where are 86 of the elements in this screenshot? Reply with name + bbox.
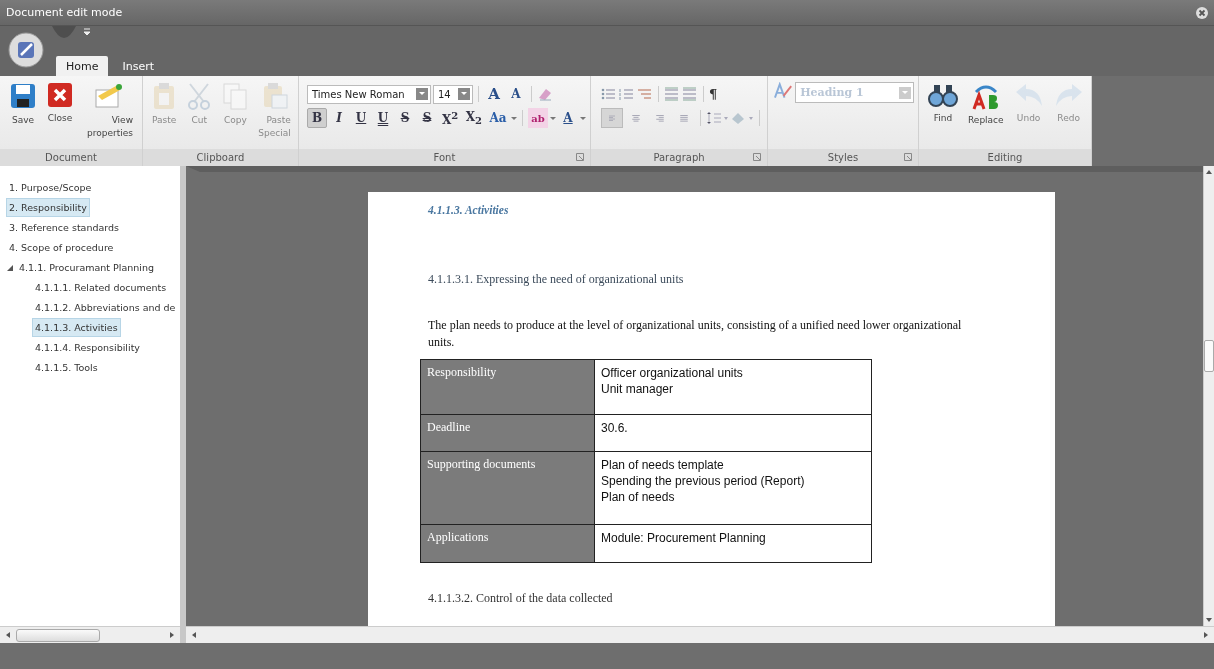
outline-item[interactable]: 3. Reference standards [6, 218, 123, 237]
cell-text: Spending the previous period (Report) [601, 473, 806, 489]
cell-text: 30.6. [601, 420, 629, 436]
bulleted-list-icon[interactable] [601, 87, 617, 101]
numbered-list-icon[interactable] [619, 87, 635, 101]
row-label: Deadline [420, 414, 595, 452]
cell-text: Officer organizational units [601, 365, 744, 381]
multilevel-list-icon[interactable] [637, 87, 653, 101]
outline-item[interactable]: 4.1.1.3. Activities [32, 318, 121, 337]
highlight-button[interactable]: ab [528, 108, 548, 128]
group-label: Clipboard [143, 149, 298, 166]
dialog-launcher-icon[interactable] [753, 153, 761, 161]
ribbon-tab[interactable]: Insert [112, 56, 165, 76]
app-menu-icon[interactable] [8, 32, 44, 68]
outline-item[interactable]: 2. Responsibility [6, 198, 90, 217]
outline-item[interactable]: 4. Scope of procedure [6, 238, 117, 257]
close-icon [47, 82, 73, 108]
subscript-button[interactable]: X$_{2}$ [462, 108, 485, 128]
document-pencil-icon [92, 82, 124, 110]
group-label: Paragraph [591, 149, 767, 166]
close-icon[interactable] [1196, 6, 1208, 19]
shading-icon[interactable] [730, 111, 754, 125]
outline-item[interactable]: 4.1.1.1. Related documents [32, 278, 170, 297]
subsection-heading: 4.1.1.3.1. Expressing the need of organizational units [428, 272, 685, 287]
show-formatting-button[interactable]: ¶ [709, 86, 718, 102]
dialog-launcher-icon[interactable] [576, 153, 584, 161]
clear-formatting-icon[interactable] [537, 86, 553, 102]
scroll-up-arrow-icon[interactable] [1205, 169, 1213, 175]
close-button[interactable]: Close [42, 80, 78, 149]
scrollbar-thumb[interactable] [16, 628, 100, 642]
align-left-button[interactable] [601, 108, 623, 128]
outline-item[interactable]: 4.1.1.2. Abbreviations and de [32, 298, 179, 317]
double-strikethrough-button[interactable]: S [417, 108, 437, 128]
cell-text: Plan of needs template [601, 457, 725, 473]
find-button[interactable]: Find [923, 80, 963, 149]
scroll-left-arrow-icon[interactable] [4, 631, 12, 639]
font-size-dropdown[interactable]: 14 [433, 84, 473, 104]
cell-text: Plan of needs [601, 489, 676, 505]
scissors-icon [186, 82, 213, 110]
font-color-button[interactable]: A [558, 108, 578, 128]
clipboard-icon [152, 82, 177, 110]
scroll-right-arrow-icon[interactable] [1202, 631, 1210, 639]
section-heading: 4.1.1.3. Activities [428, 204, 510, 216]
change-case-button[interactable]: Aa [486, 108, 510, 128]
outline-item[interactable]: 4.1.1.4. Responsibility [32, 338, 143, 357]
decrease-indent-icon[interactable] [664, 87, 680, 101]
styles-pen-icon [774, 82, 794, 100]
scroll-right-arrow-icon[interactable] [168, 631, 176, 639]
group-label: Editing [919, 149, 1091, 166]
outline-item[interactable]: 1. Purpose/Scope [6, 178, 95, 197]
row-label: Supporting documents [420, 451, 595, 525]
expanded-triangle-icon[interactable] [6, 264, 14, 272]
font-name-dropdown[interactable]: Times New Roman [307, 84, 431, 104]
double-underline-button[interactable]: U [373, 108, 393, 128]
superscript-button[interactable]: X$^{2}$ [439, 108, 461, 128]
group-label: Styles [768, 149, 918, 166]
binoculars-icon [928, 82, 958, 108]
copy-icon [222, 82, 249, 110]
replace-button[interactable]: Replace [963, 80, 1009, 149]
scroll-left-arrow-icon[interactable] [190, 631, 198, 639]
increase-indent-icon[interactable] [682, 87, 698, 101]
group-label: Font [299, 149, 590, 166]
scrollbar-thumb[interactable] [1204, 340, 1214, 372]
underline-button[interactable]: U [351, 108, 371, 128]
properties-button[interactable]: View properties [78, 80, 138, 149]
save-button[interactable]: Save [4, 80, 42, 149]
ribbon-tab[interactable]: Home [56, 56, 109, 76]
outline-item[interactable]: 4.1.1. Procuramant Planning [16, 258, 158, 277]
subsection-heading: 4.1.1.3.2. Control of the data collected [428, 591, 614, 606]
body-paragraph: The plan needs to produce at the level of organizational units, consisting of a unified need lower organizational units. [428, 317, 963, 351]
group-label: Document [0, 149, 142, 166]
grow-font-button[interactable]: A [484, 84, 504, 104]
scroll-down-arrow-icon[interactable] [1205, 617, 1213, 623]
clipboard-icon [261, 82, 288, 110]
window-title: Document edit mode [6, 6, 123, 19]
shrink-font-button[interactable]: A [506, 84, 526, 104]
row-label: Responsibility [420, 359, 595, 415]
outline-item[interactable]: 4.1.1.5. Tools [32, 358, 101, 377]
redo-arrow-icon [1053, 82, 1084, 108]
row-label: Applications [420, 524, 595, 563]
line-spacing-icon[interactable] [706, 111, 728, 125]
cell-text: Unit manager [601, 381, 675, 397]
strikethrough-button[interactable]: S [395, 108, 415, 128]
italic-button[interactable]: I [329, 108, 349, 128]
cell-text: Module: Procurement Planning [601, 530, 767, 546]
bold-button[interactable]: B [307, 108, 327, 128]
